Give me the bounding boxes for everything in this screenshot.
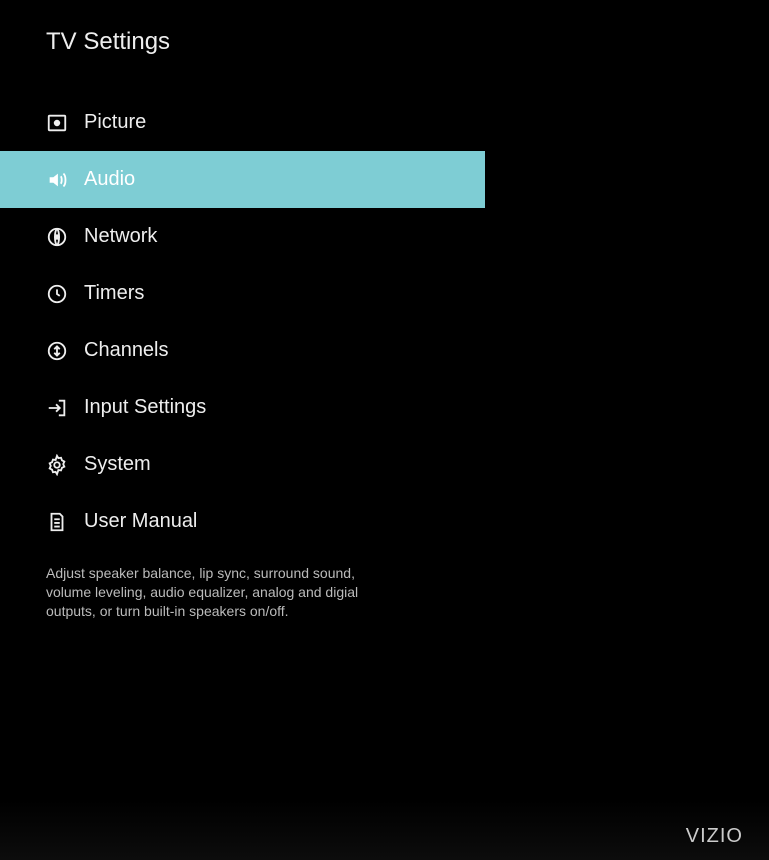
menu-item-user-manual[interactable]: User Manual bbox=[0, 493, 769, 550]
network-icon bbox=[46, 226, 68, 248]
menu-item-channels[interactable]: Channels bbox=[0, 322, 769, 379]
clock-icon bbox=[46, 283, 68, 305]
menu-item-system[interactable]: System bbox=[0, 436, 769, 493]
brand-logo: VIZIO bbox=[686, 825, 743, 848]
menu-item-timers[interactable]: Timers bbox=[0, 265, 769, 322]
menu-item-label: Network bbox=[84, 225, 157, 248]
channels-icon bbox=[46, 340, 68, 362]
menu-item-label: Input Settings bbox=[84, 396, 206, 419]
input-icon bbox=[46, 397, 68, 419]
menu-item-network[interactable]: Network bbox=[0, 208, 769, 265]
page-title: TV Settings bbox=[0, 0, 769, 56]
menu-item-picture[interactable]: Picture bbox=[0, 94, 769, 151]
menu-item-label: Channels bbox=[84, 339, 169, 362]
gear-icon bbox=[46, 454, 68, 476]
picture-icon bbox=[46, 112, 68, 134]
menu-item-label: Picture bbox=[84, 111, 146, 134]
audio-icon bbox=[46, 169, 68, 191]
document-icon bbox=[46, 511, 68, 533]
bezel-shadow bbox=[0, 800, 769, 860]
menu-item-label: System bbox=[84, 453, 151, 476]
menu-item-input-settings[interactable]: Input Settings bbox=[0, 379, 769, 436]
selection-description: Adjust speaker balance, lip sync, surrou… bbox=[0, 550, 440, 621]
menu-item-label: Timers bbox=[84, 282, 144, 305]
settings-menu: Picture Audio Network bbox=[0, 94, 769, 550]
menu-item-audio[interactable]: Audio bbox=[0, 151, 485, 208]
menu-item-label: Audio bbox=[84, 168, 135, 191]
menu-item-label: User Manual bbox=[84, 510, 197, 533]
